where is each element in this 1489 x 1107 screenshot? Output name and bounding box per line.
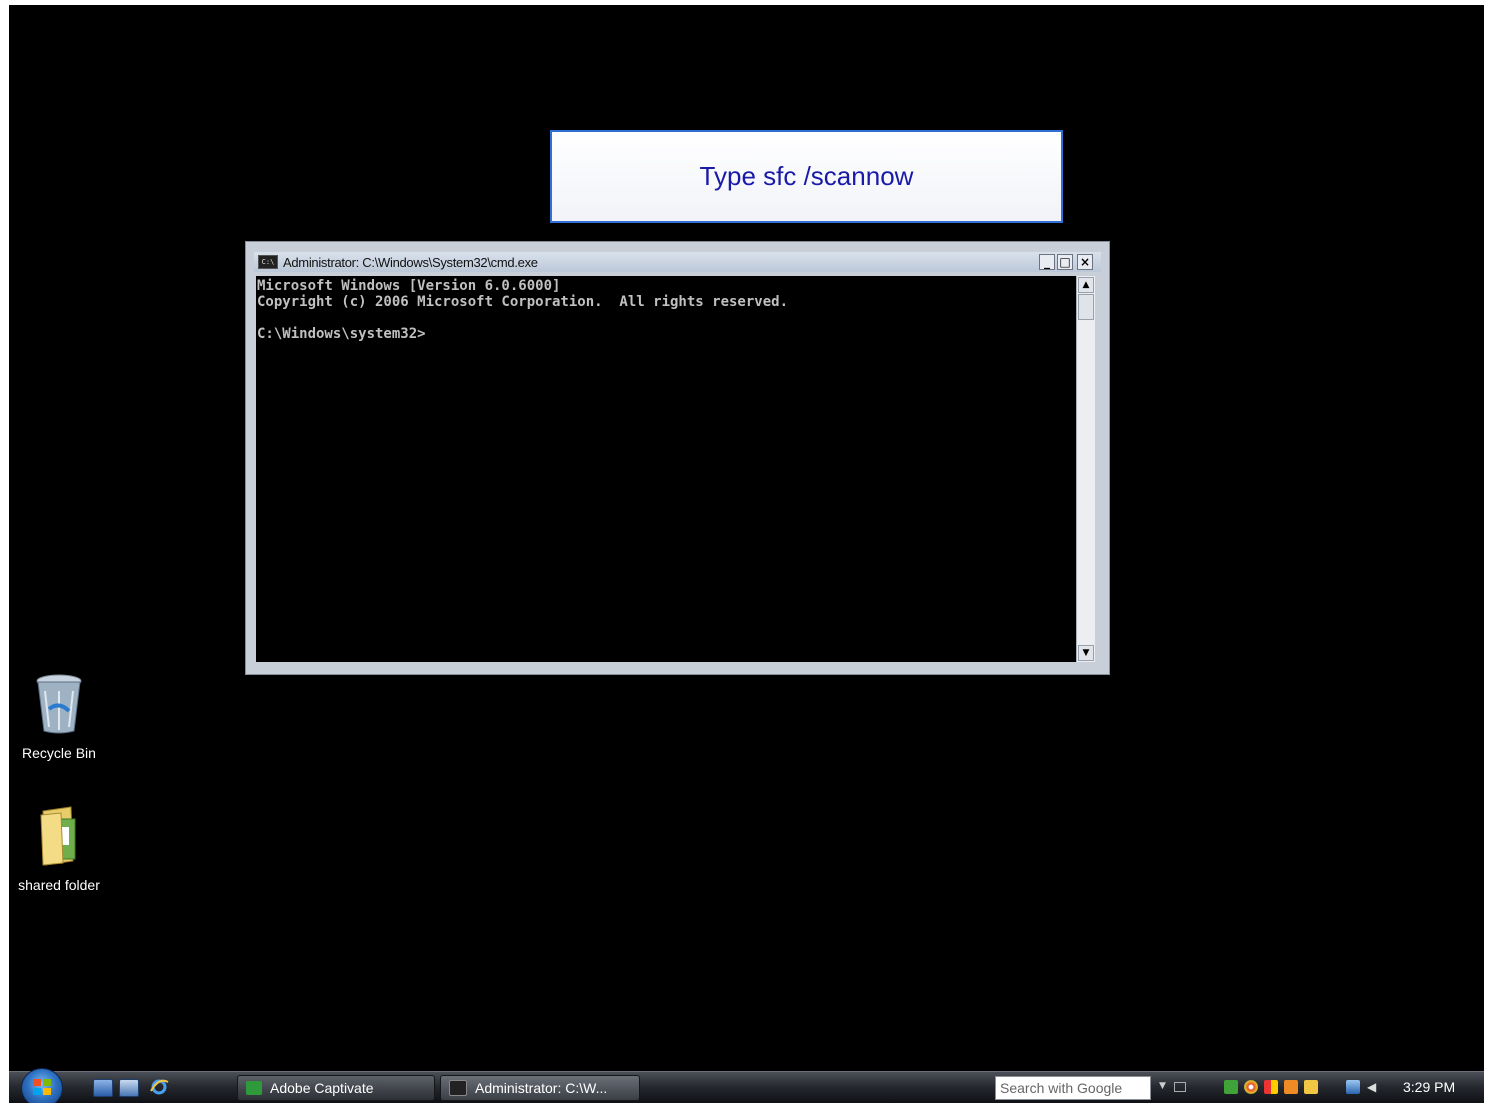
instruction-caption: Type sfc /scannow xyxy=(550,130,1063,223)
folder-icon xyxy=(40,806,76,866)
minimize-button[interactable]: _ xyxy=(1039,254,1055,270)
scroll-thumb[interactable] xyxy=(1078,294,1094,320)
orange-app-icon[interactable] xyxy=(1284,1080,1298,1094)
start-button[interactable] xyxy=(21,1068,63,1103)
close-button[interactable]: × xyxy=(1077,254,1093,270)
console-line: Copyright (c) 2006 Microsoft Corporation… xyxy=(257,294,789,310)
switch-windows-icon[interactable] xyxy=(119,1079,139,1097)
search-go-icon[interactable] xyxy=(1174,1082,1186,1092)
cmd-icon xyxy=(449,1080,467,1096)
volume-icon[interactable]: ◀ xyxy=(1367,1080,1379,1094)
recycle-bin-icon xyxy=(36,674,82,734)
desktop: Type sfc /scannow C:\ Administrator: C:\… xyxy=(9,5,1484,1103)
search-input[interactable]: Search with Google xyxy=(995,1076,1151,1100)
caption-text: Type sfc /scannow xyxy=(699,161,914,191)
vertical-scrollbar[interactable]: ▲ ▼ xyxy=(1076,276,1095,662)
cmd-title-bar[interactable]: C:\ Administrator: C:\Windows\System32\c… xyxy=(254,252,1101,272)
taskbar-button-label: Adobe Captivate xyxy=(270,1080,374,1096)
clock[interactable]: 3:29 PM xyxy=(1403,1079,1455,1095)
taskbar: Adobe Captivate Administrator: C:\W... S… xyxy=(9,1068,1484,1103)
network-icon[interactable] xyxy=(1346,1080,1360,1094)
maximize-button[interactable]: □ xyxy=(1057,254,1073,270)
recycle-bin-label: Recycle Bin xyxy=(22,745,96,761)
show-desktop-icon[interactable] xyxy=(93,1079,113,1097)
taskbar-button-adobe-captivate[interactable]: Adobe Captivate xyxy=(237,1075,435,1101)
scroll-down-arrow-icon[interactable]: ▼ xyxy=(1078,645,1094,661)
console-area[interactable]: Microsoft Windows [Version 6.0.6000] Copy… xyxy=(256,276,1076,662)
cmd-window-title: Administrator: C:\Windows\System32\cmd.e… xyxy=(283,254,538,270)
desktop-icon-recycle-bin[interactable]: Recycle Bin xyxy=(9,673,109,761)
internet-explorer-icon[interactable] xyxy=(149,1079,169,1095)
scroll-up-arrow-icon[interactable]: ▲ xyxy=(1078,277,1094,293)
desktop-icon-shared-folder[interactable]: shared folder xyxy=(9,805,109,893)
console-prompt: C:\Windows\system32> xyxy=(257,326,426,342)
chrome-like-icon[interactable] xyxy=(1244,1080,1258,1094)
taskbar-button-label: Administrator: C:\W... xyxy=(475,1080,608,1096)
security-icon[interactable] xyxy=(1304,1080,1318,1094)
search-dropdown-icon[interactable]: ▼ xyxy=(1159,1082,1167,1091)
flag-icon[interactable] xyxy=(1264,1080,1278,1094)
cmd-icon: C:\ xyxy=(258,255,278,269)
captivate-icon xyxy=(246,1081,262,1095)
green-app-icon[interactable] xyxy=(1224,1080,1238,1094)
windows-logo-icon xyxy=(33,1079,51,1095)
shared-folder-label: shared folder xyxy=(18,877,100,893)
console-output: Microsoft Windows [Version 6.0.6000] Copy… xyxy=(256,276,1076,342)
cmd-window[interactable]: C:\ Administrator: C:\Windows\System32\c… xyxy=(245,241,1110,675)
console-line: Microsoft Windows [Version 6.0.6000] xyxy=(257,278,561,294)
taskbar-button-cmd[interactable]: Administrator: C:\W... xyxy=(440,1075,640,1101)
